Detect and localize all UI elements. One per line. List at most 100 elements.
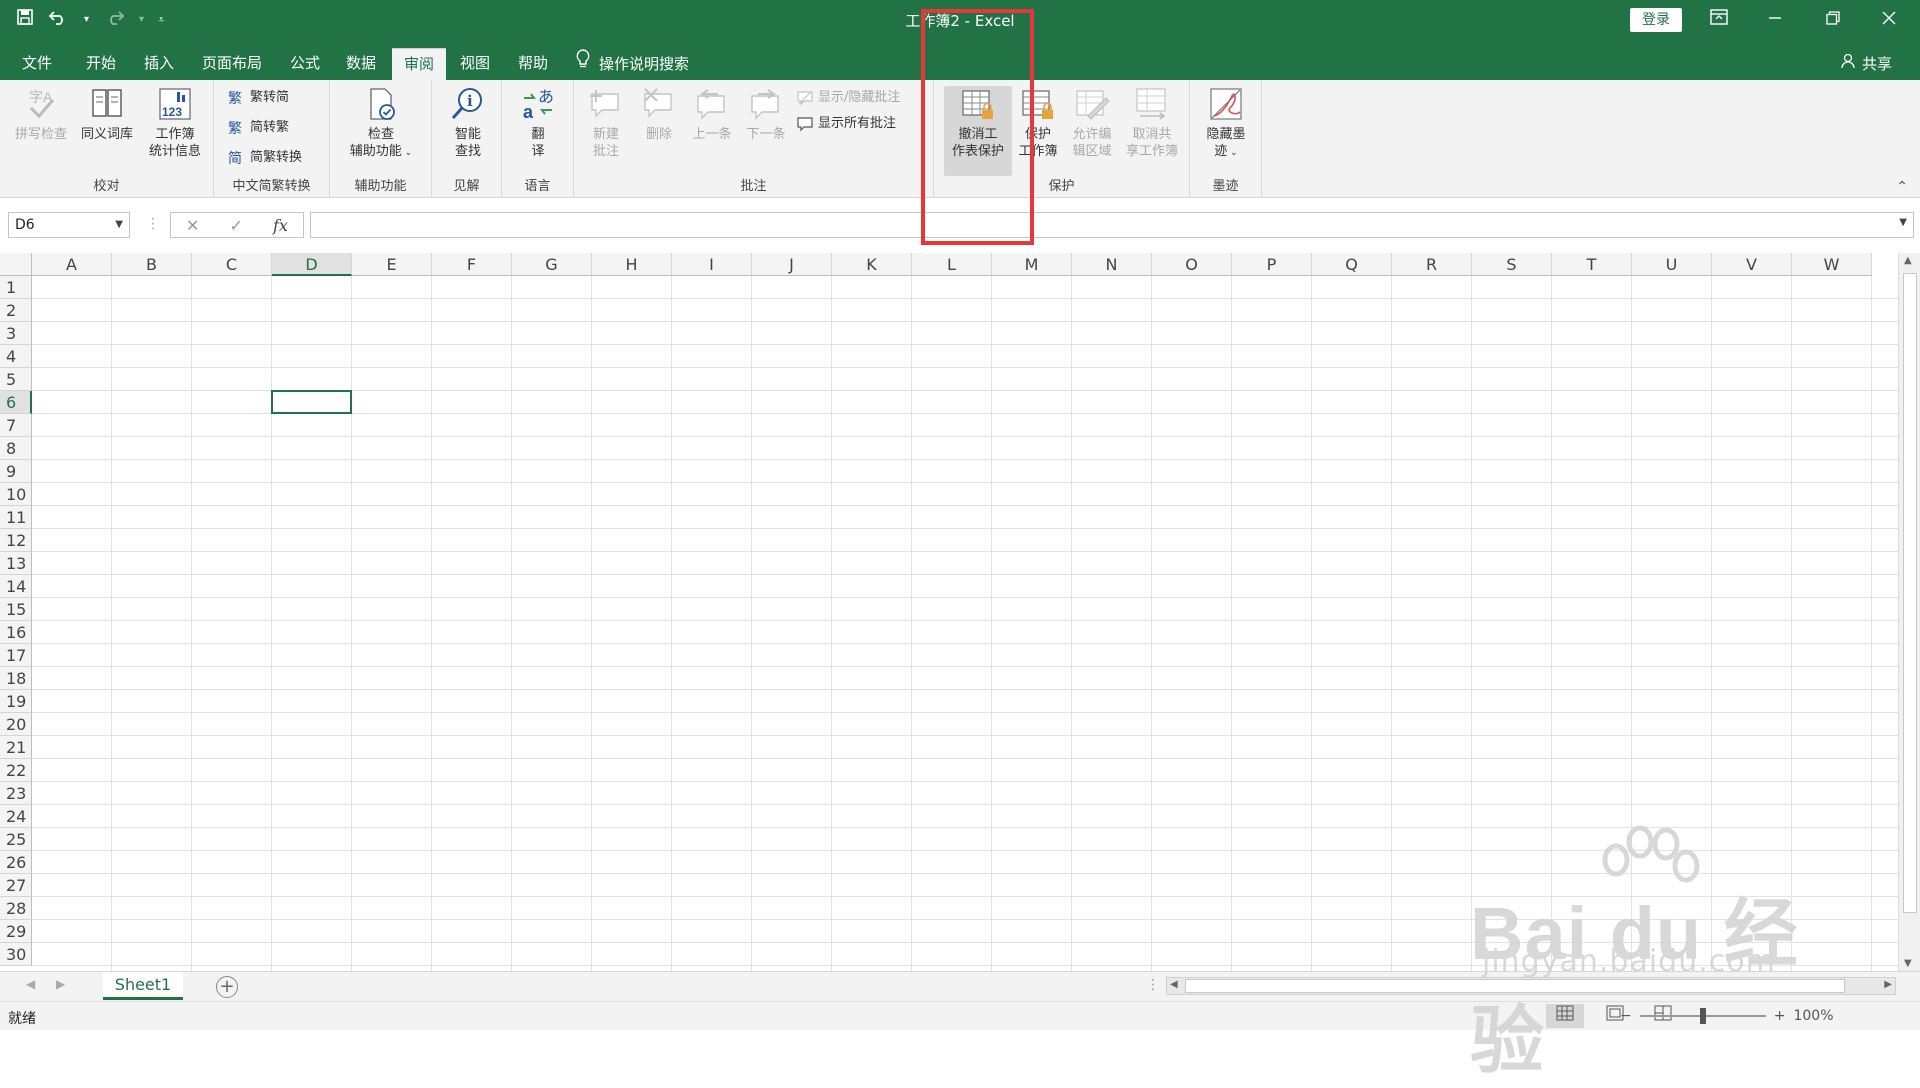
row-header[interactable]: 25: [0, 828, 32, 851]
check-accessibility-button[interactable]: 检查 辅助功能 ⌄: [336, 86, 426, 162]
row-header[interactable]: 7: [0, 414, 32, 437]
column-header[interactable]: T: [1552, 253, 1632, 276]
formula-input[interactable]: ▼: [310, 212, 1914, 238]
share-button[interactable]: 共享: [1840, 48, 1892, 80]
active-cell[interactable]: [271, 390, 352, 414]
name-box[interactable]: D6 ▼: [8, 212, 130, 238]
new-comment-button[interactable]: 新建 批注: [580, 86, 632, 160]
translate-button[interactable]: aあ 翻 译: [512, 86, 564, 160]
column-header[interactable]: O: [1152, 253, 1232, 276]
row-header[interactable]: 8: [0, 437, 32, 460]
thesaurus-button[interactable]: 同义词库: [74, 86, 140, 143]
row-header[interactable]: 23: [0, 782, 32, 805]
tab-review[interactable]: 审阅: [392, 48, 447, 80]
workbook-statistics-button[interactable]: 123 工作簿 统计信息: [140, 86, 210, 160]
cancel-icon[interactable]: ✕: [186, 216, 199, 235]
row-header[interactable]: 11: [0, 506, 32, 529]
column-header[interactable]: D: [272, 253, 352, 276]
row-header[interactable]: 15: [0, 598, 32, 621]
ribbon-display-options-icon[interactable]: [1696, 6, 1742, 34]
row-header[interactable]: 6: [0, 391, 32, 414]
tab-data[interactable]: 数据: [334, 48, 388, 80]
column-header[interactable]: H: [592, 253, 672, 276]
expand-formula-bar-icon[interactable]: ▼: [1899, 217, 1907, 228]
login-button[interactable]: 登录: [1630, 8, 1682, 32]
tab-insert[interactable]: 插入: [132, 48, 186, 80]
scroll-up-icon[interactable]: ▲: [1904, 255, 1912, 266]
scroll-left-icon[interactable]: ◀: [1170, 979, 1178, 990]
scroll-down-icon[interactable]: ▼: [1904, 958, 1912, 969]
previous-comment-button[interactable]: 上一条: [686, 86, 738, 143]
column-header[interactable]: B: [112, 253, 192, 276]
column-header[interactable]: E: [352, 253, 432, 276]
previous-sheet-icon[interactable]: ◀: [26, 977, 35, 991]
show-hide-comment-button[interactable]: 显示/隐藏批注: [796, 88, 900, 108]
column-header[interactable]: K: [832, 253, 912, 276]
column-header[interactable]: M: [992, 253, 1072, 276]
row-header[interactable]: 24: [0, 805, 32, 828]
column-header[interactable]: F: [432, 253, 512, 276]
row-header[interactable]: 4: [0, 345, 32, 368]
row-header[interactable]: 10: [0, 483, 32, 506]
tab-file[interactable]: 文件: [10, 48, 64, 80]
column-header[interactable]: V: [1712, 253, 1792, 276]
show-all-comments-button[interactable]: 显示所有批注: [796, 114, 896, 134]
row-header[interactable]: 13: [0, 552, 32, 575]
row-header[interactable]: 27: [0, 874, 32, 897]
insert-function-button[interactable]: fx: [273, 216, 288, 235]
scroll-right-icon[interactable]: ▶: [1884, 979, 1892, 990]
row-header[interactable]: 30: [0, 943, 32, 966]
tab-split-grip-icon[interactable]: ⋮: [1146, 977, 1160, 993]
row-header[interactable]: 5: [0, 368, 32, 391]
row-header[interactable]: 2: [0, 299, 32, 322]
column-header[interactable]: C: [192, 253, 272, 276]
delete-comment-button[interactable]: 删除: [634, 86, 684, 143]
sheet-tab[interactable]: Sheet1: [103, 972, 183, 1000]
to-simplified-button[interactable]: 繁 繁转简: [228, 88, 289, 108]
vertical-scrollbar[interactable]: ▲ ▼: [1898, 253, 1920, 971]
column-header[interactable]: N: [1072, 253, 1152, 276]
column-header[interactable]: A: [32, 253, 112, 276]
row-header[interactable]: 29: [0, 920, 32, 943]
row-header[interactable]: 17: [0, 644, 32, 667]
column-header[interactable]: P: [1232, 253, 1312, 276]
allow-edit-ranges-button[interactable]: 允许编 辑区域: [1064, 86, 1120, 160]
row-header[interactable]: 19: [0, 690, 32, 713]
tab-page-layout[interactable]: 页面布局: [190, 48, 274, 80]
next-comment-button[interactable]: 下一条: [740, 86, 792, 143]
row-header[interactable]: 12: [0, 529, 32, 552]
smart-lookup-button[interactable]: i 智能 查找: [440, 86, 496, 160]
enter-icon[interactable]: ✓: [230, 216, 243, 235]
row-header[interactable]: 18: [0, 667, 32, 690]
column-header[interactable]: R: [1392, 253, 1472, 276]
close-icon[interactable]: [1866, 6, 1912, 34]
column-header[interactable]: U: [1632, 253, 1712, 276]
row-header[interactable]: 14: [0, 575, 32, 598]
tab-view[interactable]: 视图: [448, 48, 502, 80]
name-box-dropdown-icon[interactable]: ▼: [115, 213, 123, 237]
row-header[interactable]: 16: [0, 621, 32, 644]
tell-me-search[interactable]: 操作说明搜索: [575, 48, 689, 80]
tab-formulas[interactable]: 公式: [278, 48, 332, 80]
column-header[interactable]: I: [672, 253, 752, 276]
column-header[interactable]: J: [752, 253, 832, 276]
row-header[interactable]: 20: [0, 713, 32, 736]
row-header[interactable]: 22: [0, 759, 32, 782]
column-header[interactable]: G: [512, 253, 592, 276]
next-sheet-icon[interactable]: ▶: [56, 977, 65, 991]
column-header[interactable]: L: [912, 253, 992, 276]
row-header[interactable]: 3: [0, 322, 32, 345]
column-header[interactable]: W: [1792, 253, 1872, 276]
minimize-icon[interactable]: [1752, 6, 1798, 34]
column-header[interactable]: Q: [1312, 253, 1392, 276]
vertical-scroll-thumb[interactable]: [1903, 273, 1917, 913]
row-header[interactable]: 1: [0, 276, 32, 299]
select-all-button[interactable]: [0, 253, 32, 276]
tab-home[interactable]: 开始: [74, 48, 128, 80]
hide-ink-button[interactable]: 隐藏墨 迹 ⌄: [1198, 86, 1254, 162]
row-header[interactable]: 26: [0, 851, 32, 874]
add-sheet-icon[interactable]: +: [216, 976, 238, 998]
unshare-workbook-button[interactable]: 取消共 享工作簿: [1120, 86, 1184, 160]
collapse-ribbon-icon[interactable]: ⌃: [1896, 179, 1908, 195]
spelling-button[interactable]: 字A 拼写检查: [8, 86, 74, 143]
